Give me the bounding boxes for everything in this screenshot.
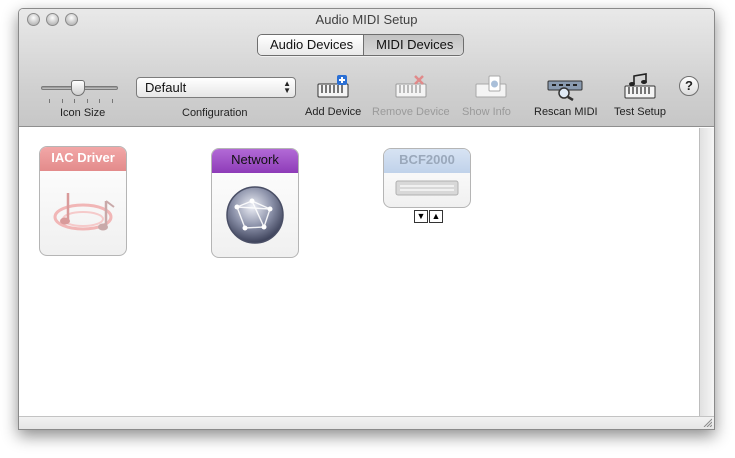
remove-device-icon <box>395 75 427 98</box>
add-device-button[interactable] <box>313 73 353 101</box>
icon-size-ticks <box>49 99 113 103</box>
horizontal-scrollbar[interactable] <box>19 416 714 429</box>
add-device-icon <box>317 75 349 98</box>
toolbar-area: Audio MIDI Setup Audio Devices MIDI Devi… <box>19 9 714 127</box>
icon-size-label: Icon Size <box>60 107 106 119</box>
icon-size-slider-knob[interactable] <box>71 80 85 96</box>
device-network[interactable]: Network <box>211 148 299 258</box>
test-setup-icon <box>624 73 656 99</box>
audio-midi-setup-window: Audio MIDI Setup Audio Devices MIDI Devi… <box>18 8 715 430</box>
mixer-controller-icon <box>395 180 459 196</box>
device-name: Network <box>212 149 298 173</box>
test-setup-button[interactable] <box>620 73 660 101</box>
arrow-down-icon[interactable]: ▼ <box>414 210 428 223</box>
help-button[interactable]: ? <box>679 76 699 96</box>
window-title: Audio MIDI Setup <box>315 12 418 27</box>
popup-arrows-icon: ▲ ▼ <box>283 79 291 95</box>
device-iac-driver[interactable]: IAC Driver <box>39 146 127 256</box>
device-bcf2000[interactable]: BCF2000 <box>383 148 471 208</box>
music-notes-icon <box>53 193 115 231</box>
globe-icon <box>226 186 284 244</box>
show-info-icon <box>475 75 507 98</box>
midi-device-canvas[interactable]: IAC Driver Network BCF2000 ▼ ▲ <box>19 128 699 416</box>
show-info-label: Show Info <box>462 106 511 118</box>
vertical-scrollbar[interactable] <box>699 128 714 417</box>
rescan-midi-label: Rescan MIDI <box>534 106 598 118</box>
device-name: BCF2000 <box>384 149 470 173</box>
device-type-tabs: Audio Devices MIDI Devices <box>257 34 465 56</box>
test-setup-label: Test Setup <box>614 106 666 118</box>
tab-audio-devices[interactable]: Audio Devices <box>258 35 364 55</box>
rescan-midi-icon <box>547 80 583 102</box>
add-device-label: Add Device <box>305 106 362 118</box>
configuration-value: Default <box>145 80 187 95</box>
remove-device-button[interactable] <box>391 73 431 101</box>
tab-midi-devices[interactable]: MIDI Devices <box>363 35 464 55</box>
configuration-popup[interactable]: Default ▲ ▼ <box>136 77 296 98</box>
configuration-label: Configuration <box>182 107 248 119</box>
arrow-up-icon[interactable]: ▲ <box>429 210 443 223</box>
show-info-button[interactable] <box>471 73 511 101</box>
resize-grip-icon[interactable] <box>702 417 712 427</box>
rescan-midi-button[interactable] <box>545 73 585 102</box>
device-expand-arrows[interactable]: ▼ ▲ <box>414 210 443 223</box>
remove-device-label: Remove Device <box>372 106 450 118</box>
device-name: IAC Driver <box>40 147 126 171</box>
